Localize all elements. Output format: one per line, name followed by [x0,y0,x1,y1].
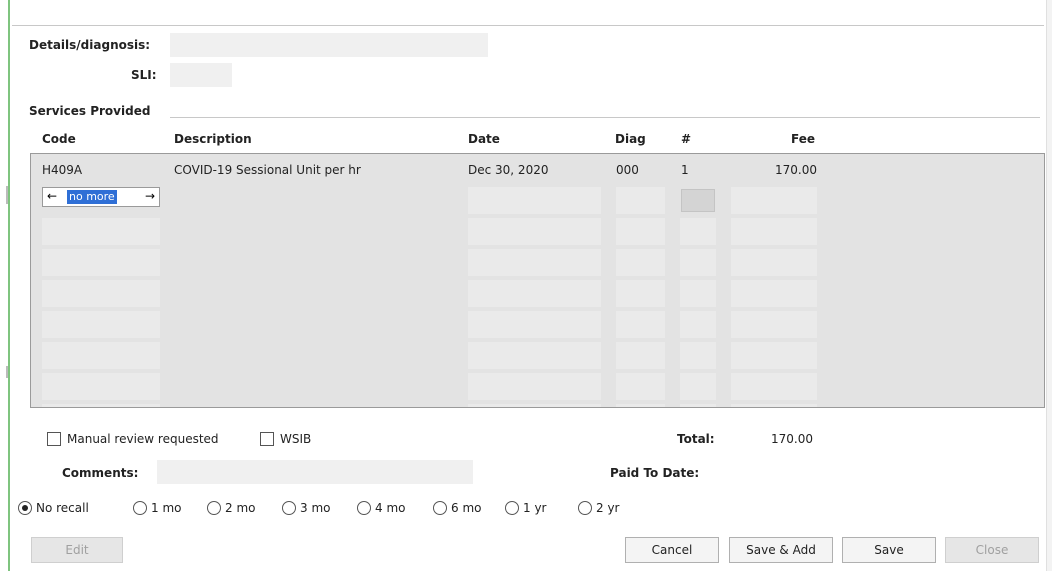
active-count-cell[interactable] [681,189,715,212]
empty-cell[interactable] [680,404,716,407]
empty-cell[interactable] [680,342,716,369]
empty-cell[interactable] [468,187,601,214]
empty-cell[interactable] [616,218,665,245]
empty-cell[interactable] [616,249,665,276]
empty-cell[interactable] [42,218,160,245]
empty-cell[interactable] [731,342,817,369]
empty-cell[interactable] [616,342,665,369]
clipped-header-strip [12,0,1044,26]
empty-cell[interactable] [731,218,817,245]
editor-selected-text[interactable]: no more [67,190,117,204]
recall-label-1yr[interactable]: 1 yr [523,501,546,515]
recall-radio-none[interactable] [18,501,32,515]
recall-label-2yr[interactable]: 2 yr [596,501,619,515]
cell-count[interactable]: 1 [681,163,689,177]
cell-code[interactable]: H409A [42,163,82,177]
column-header-diag[interactable]: Diag [615,132,646,146]
empty-cell[interactable] [468,280,601,307]
empty-cell[interactable] [468,311,601,338]
recall-radio-4mo[interactable] [357,501,371,515]
recall-radio-6mo[interactable] [433,501,447,515]
recall-radio-1yr[interactable] [505,501,519,515]
recall-label-4mo[interactable]: 4 mo [375,501,405,515]
cell-diag[interactable]: 000 [616,163,639,177]
paid-to-date-label: Paid To Date: [610,466,700,480]
services-table: H409A COVID-19 Sessional Unit per hr Dec… [30,153,1045,408]
window-left-border [0,0,10,571]
details-label: Details/diagnosis: [29,38,151,52]
empty-cell[interactable] [42,280,160,307]
empty-cell[interactable] [468,342,601,369]
edit-button[interactable]: Edit [31,537,123,563]
section-divider [170,117,1040,118]
empty-cell[interactable] [42,249,160,276]
recall-label-2mo[interactable]: 2 mo [225,501,255,515]
empty-cell[interactable] [616,280,665,307]
column-header-fee[interactable]: Fee [791,132,815,146]
empty-cell[interactable] [731,404,817,407]
empty-cell[interactable] [42,373,160,400]
recall-radio-2yr[interactable] [578,501,592,515]
cell-date[interactable]: Dec 30, 2020 [468,163,548,177]
empty-cell[interactable] [42,311,160,338]
column-header-count[interactable]: # [681,132,691,146]
empty-cell[interactable] [731,249,817,276]
wsib-checkbox[interactable] [260,432,274,446]
empty-cell[interactable] [616,373,665,400]
save-and-add-button[interactable]: Save & Add [729,537,833,563]
recall-radio-3mo[interactable] [282,501,296,515]
empty-cell[interactable] [731,187,817,214]
recall-label-1mo[interactable]: 1 mo [151,501,181,515]
wsib-label[interactable]: WSIB [280,432,311,446]
empty-cell[interactable] [731,373,817,400]
manual-review-checkbox[interactable] [47,432,61,446]
column-header-code[interactable]: Code [42,132,76,146]
empty-cell[interactable] [468,373,601,400]
cancel-button[interactable]: Cancel [625,537,719,563]
manual-review-label[interactable]: Manual review requested [67,432,219,446]
empty-cell[interactable] [680,373,716,400]
comments-input[interactable] [157,460,473,484]
empty-cell[interactable] [616,187,665,214]
total-label: Total: [677,432,715,446]
empty-cell[interactable] [468,249,601,276]
empty-cell[interactable] [680,311,716,338]
empty-cell[interactable] [731,311,817,338]
recall-label-none[interactable]: No recall [36,501,89,515]
empty-cell[interactable] [680,249,716,276]
splitter-tick [6,366,8,378]
save-button[interactable]: Save [842,537,936,563]
empty-cell[interactable] [731,280,817,307]
empty-cell[interactable] [616,404,665,407]
empty-cell[interactable] [616,311,665,338]
empty-cell[interactable] [680,280,716,307]
sli-label: SLI: [131,68,157,82]
services-section-title: Services Provided [29,104,151,118]
column-header-description[interactable]: Description [174,132,252,146]
total-value: 170.00 [771,432,813,446]
empty-cell[interactable] [680,218,716,245]
arrow-left-icon[interactable]: ← [47,189,57,203]
empty-cell[interactable] [42,404,160,407]
arrow-right-icon[interactable]: → [145,189,155,203]
recall-radio-1mo[interactable] [133,501,147,515]
close-button[interactable]: Close [945,537,1039,563]
empty-cell[interactable] [468,404,601,407]
recall-label-6mo[interactable]: 6 mo [451,501,481,515]
cell-fee[interactable]: 170.00 [731,163,817,177]
code-cell-editor[interactable]: ← no more → [42,187,160,207]
empty-cell[interactable] [468,218,601,245]
empty-cell[interactable] [42,342,160,369]
column-header-date[interactable]: Date [468,132,500,146]
details-input[interactable] [170,33,488,57]
sli-input[interactable] [170,63,232,87]
cell-description[interactable]: COVID-19 Sessional Unit per hr [174,163,361,177]
comments-label: Comments: [62,466,139,480]
splitter-tick [6,186,8,204]
recall-label-3mo[interactable]: 3 mo [300,501,330,515]
window-right-border [1046,0,1052,571]
recall-radio-2mo[interactable] [207,501,221,515]
